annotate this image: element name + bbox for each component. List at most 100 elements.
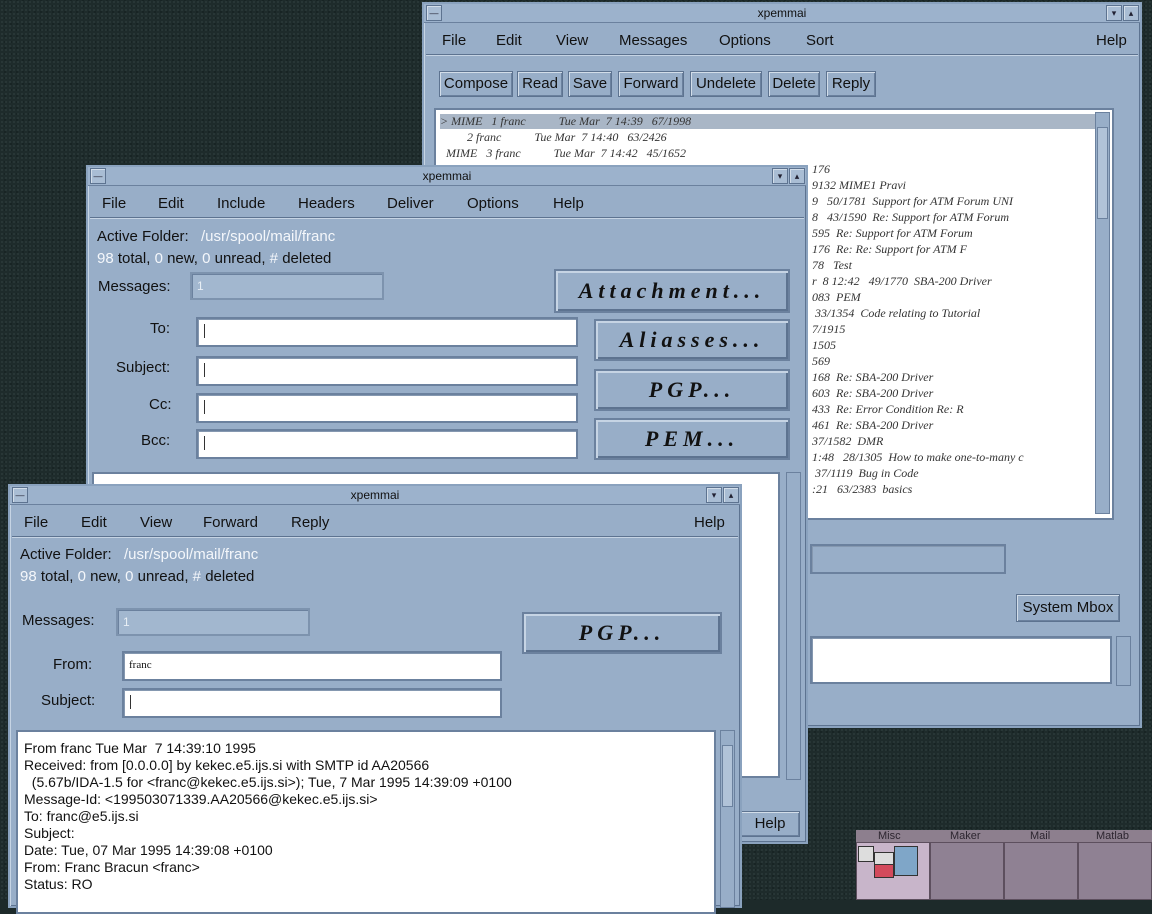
message-row[interactable]: 461 Re: SBA-200 Driver xyxy=(812,418,933,433)
stat-new: 0 xyxy=(154,250,163,267)
system-mbox-button[interactable]: System Mbox xyxy=(1016,594,1120,622)
messages-label: Messages: xyxy=(22,612,95,629)
compose-button[interactable]: Compose xyxy=(439,71,513,97)
message-body-scrollbar[interactable] xyxy=(720,730,735,908)
forward-button[interactable]: Forward xyxy=(618,71,684,97)
menu-file[interactable]: File xyxy=(442,32,466,49)
menu-help[interactable]: Help xyxy=(694,514,725,531)
subject-field[interactable] xyxy=(196,356,578,386)
read-window: — xpemmai ▾ ▴ File Edit View Forward Rep… xyxy=(8,484,742,914)
message-row[interactable]: :21 63/2383 basics xyxy=(812,482,912,497)
undelete-button[interactable]: Undelete xyxy=(690,71,762,97)
pgp-button[interactable]: PGP... xyxy=(522,612,722,654)
message-row-selected[interactable]: > MIME 1 franc Tue Mar 7 14:39 67/1998 xyxy=(440,114,1106,129)
menu-headers[interactable]: Headers xyxy=(298,195,355,212)
message-row[interactable]: 37/1119 Bug in Code xyxy=(812,466,919,481)
pager-desk-mail[interactable] xyxy=(1004,842,1078,900)
pager-desk-matlab[interactable] xyxy=(1078,842,1152,900)
message-body[interactable]: From franc Tue Mar 7 14:39:10 1995 Recei… xyxy=(16,730,716,914)
menu-view[interactable]: View xyxy=(140,514,172,531)
menu-include[interactable]: Include xyxy=(217,195,265,212)
compose-help-button[interactable]: Help xyxy=(740,811,800,837)
compose-window-titlebar[interactable]: — xpemmai ▾ ▴ xyxy=(88,167,806,186)
message-row[interactable]: 2 franc Tue Mar 7 14:40 63/2426 xyxy=(440,130,667,145)
stat-new-label: new, xyxy=(90,568,121,585)
menu-options[interactable]: Options xyxy=(719,32,771,49)
menu-forward[interactable]: Forward xyxy=(203,514,258,531)
folder-entry-field[interactable] xyxy=(810,544,1006,574)
message-row[interactable]: 433 Re: Error Condition Re: R xyxy=(812,402,964,417)
message-row[interactable]: 1:48 28/1305 How to make one-to-many c xyxy=(812,450,1024,465)
pem-button[interactable]: PEM... xyxy=(594,418,790,460)
message-row[interactable]: r 8 12:42 49/1770 SBA-200 Driver xyxy=(812,274,992,289)
messages-field[interactable]: 1 xyxy=(190,272,384,300)
pgp-button[interactable]: PGP... xyxy=(594,369,790,411)
message-row[interactable]: 8 43/1590 Re: Support for ATM Forum xyxy=(812,210,1009,225)
message-row[interactable]: MIME 3 franc Tue Mar 7 14:42 45/1652 xyxy=(440,146,686,161)
menu-help[interactable]: Help xyxy=(553,195,584,212)
message-row[interactable]: 603 Re: SBA-200 Driver xyxy=(812,386,933,401)
message-row[interactable]: 9132 MIME1 Pravi xyxy=(812,178,906,193)
stat-total-label: total, xyxy=(40,568,74,585)
maximize-icon[interactable]: ▴ xyxy=(723,487,739,503)
message-row[interactable]: 595 Re: Support for ATM Forum xyxy=(812,226,973,241)
scrollbar-thumb[interactable] xyxy=(722,745,733,807)
cc-field[interactable] xyxy=(196,393,578,423)
menu-reply[interactable]: Reply xyxy=(291,514,329,531)
menu-deliver[interactable]: Deliver xyxy=(387,195,434,212)
from-value: franc xyxy=(129,659,152,671)
pager-desk-maker[interactable] xyxy=(930,842,1004,900)
message-row[interactable]: 176 xyxy=(812,162,830,177)
message-row[interactable]: 37/1582 DMR xyxy=(812,434,883,449)
from-label: From: xyxy=(53,656,93,673)
pager-window-thumbnail xyxy=(894,846,918,876)
status-scrollbar[interactable] xyxy=(1116,636,1131,686)
message-row[interactable]: 569 xyxy=(812,354,830,369)
message-row[interactable]: 168 Re: SBA-200 Driver xyxy=(812,370,933,385)
menu-edit[interactable]: Edit xyxy=(496,32,522,49)
menu-view[interactable]: View xyxy=(556,32,588,49)
menu-file[interactable]: File xyxy=(102,195,126,212)
message-row[interactable]: 083 PEM xyxy=(812,290,861,305)
delete-button[interactable]: Delete xyxy=(768,71,820,97)
message-row[interactable]: 33/1354 Code relating to Tutorial xyxy=(812,306,980,321)
menu-edit[interactable]: Edit xyxy=(81,514,107,531)
message-row[interactable]: 7/1915 xyxy=(812,322,845,337)
menu-sort[interactable]: Sort xyxy=(806,32,834,49)
reply-button[interactable]: Reply xyxy=(826,71,876,97)
compose-window-title: xpemmai xyxy=(422,169,472,183)
message-row[interactable]: 78 Test xyxy=(812,258,852,273)
active-folder-label: Active Folder: xyxy=(97,228,189,245)
from-field[interactable]: franc xyxy=(122,651,502,681)
scrollbar-thumb[interactable] xyxy=(1097,127,1108,219)
minimize-icon[interactable]: ▾ xyxy=(706,487,722,503)
stat-unread: 0 xyxy=(202,250,211,267)
message-row[interactable]: 1505 xyxy=(812,338,836,353)
maximize-icon[interactable]: ▴ xyxy=(1123,5,1139,21)
main-window-titlebar[interactable]: — xpemmai ▾ ▴ xyxy=(424,4,1140,23)
save-button[interactable]: Save xyxy=(568,71,612,97)
read-window-titlebar[interactable]: — xpemmai ▾ ▴ xyxy=(10,486,740,505)
to-field[interactable] xyxy=(196,317,578,347)
stat-unread-label: unread, xyxy=(214,250,266,267)
bcc-field[interactable] xyxy=(196,429,578,459)
menu-file[interactable]: File xyxy=(24,514,48,531)
menu-messages[interactable]: Messages xyxy=(619,32,687,49)
maximize-icon[interactable]: ▴ xyxy=(789,168,805,184)
attachment-button[interactable]: Attachment... xyxy=(554,269,790,313)
menu-options[interactable]: Options xyxy=(467,195,519,212)
message-row[interactable]: 176 Re: Re: Support for ATM F xyxy=(812,242,967,257)
menu-edit[interactable]: Edit xyxy=(158,195,184,212)
menu-help[interactable]: Help xyxy=(1096,32,1127,49)
subject-field[interactable] xyxy=(122,688,502,718)
minimize-icon[interactable]: ▾ xyxy=(1106,5,1122,21)
messages-field[interactable]: 1 xyxy=(116,608,310,636)
compose-body-scrollbar[interactable] xyxy=(786,472,801,780)
aliasses-button[interactable]: Aliasses... xyxy=(594,319,790,361)
message-list-scrollbar[interactable] xyxy=(1095,112,1110,514)
stat-deleted-label: deleted xyxy=(282,250,332,267)
message-row[interactable]: 9 50/1781 Support for ATM Forum UNI xyxy=(812,194,1013,209)
read-button[interactable]: Read xyxy=(517,71,563,97)
minimize-icon[interactable]: ▾ xyxy=(772,168,788,184)
body-line: To: franc@e5.ijs.si xyxy=(24,808,139,824)
